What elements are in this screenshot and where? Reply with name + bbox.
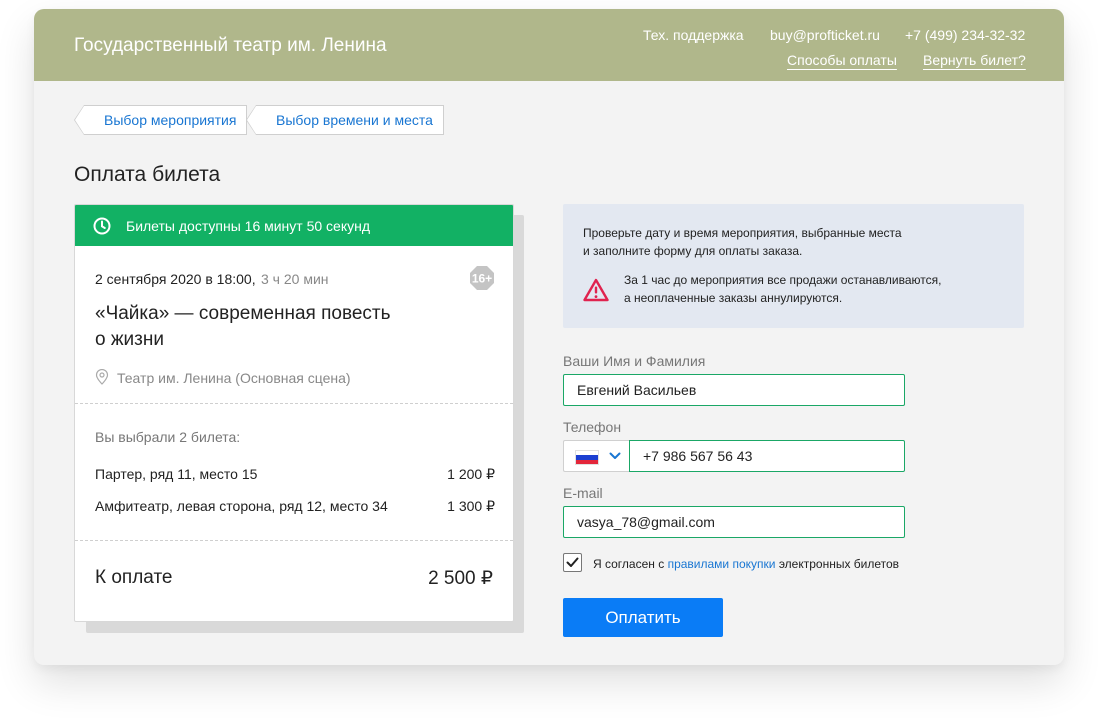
warning-line: За 1 час до мероприятия все продажи оста… — [624, 273, 942, 287]
breadcrumb-select-time-seat[interactable]: Выбор времени и места — [246, 105, 444, 135]
theater-name[interactable]: Государственный театр им. Ленина — [74, 35, 387, 57]
payment-methods-link[interactable]: Способы оплаты — [787, 52, 897, 68]
agree-text: Я согласен с правилами покупки электронн… — [593, 557, 899, 571]
ticket-row: Партер, ряд 11, место 15 1 200 ₽ — [95, 466, 495, 486]
warning-line: а неоплаченные заказы аннулируются. — [624, 291, 843, 305]
tickets-count-label: Вы выбрали 2 билета: — [95, 429, 241, 445]
support-link[interactable]: Тех. поддержка — [643, 27, 744, 43]
ticket-seat: Амфитеатр, левая сторона, ряд 12, место … — [95, 498, 388, 514]
country-code-select[interactable] — [563, 440, 629, 472]
order-summary-card: Билеты доступны 16 минут 50 секунд 2 сен… — [74, 204, 514, 622]
event-date: 2 сентября 2020 в 18:00, — [95, 271, 256, 287]
purchase-rules-link[interactable]: правилами покупки — [668, 557, 776, 571]
age-rating: 16+ — [472, 272, 492, 286]
ticket-price: 1 300 ₽ — [447, 498, 495, 514]
event-title-line1: «Чайка» — современная повесть — [95, 303, 391, 324]
agree-prefix: Я согласен с — [593, 557, 668, 571]
return-ticket-link[interactable]: Вернуть билет? — [923, 52, 1026, 68]
checkout-window: Государственный театр им. Ленина Тех. по… — [34, 9, 1064, 665]
name-input[interactable]: Евгений Васильев — [563, 374, 905, 406]
clock-icon — [93, 217, 111, 235]
checkmark-icon — [566, 557, 579, 567]
page-title: Оплата билета — [74, 163, 221, 186]
card-divider — [75, 540, 513, 541]
chevron-down-icon — [609, 452, 621, 459]
phone-label: Телефон — [563, 419, 622, 435]
event-title[interactable]: «Чайка» — современная повесть о жизни — [95, 301, 455, 353]
phone-link[interactable]: +7 (499) 234-32-32 — [905, 27, 1025, 43]
event-duration: 3 ч 20 мин — [261, 271, 329, 287]
agree-checkbox[interactable] — [563, 553, 582, 572]
age-badge-icon: 16+ — [470, 266, 494, 290]
info-notice: Проверьте дату и время мероприятия, выбр… — [563, 204, 1024, 328]
email-link[interactable]: buy@profticket.ru — [770, 27, 880, 43]
timer-text: Билеты доступны 16 минут 50 секунд — [126, 218, 371, 234]
event-title-line2: о жизни — [95, 329, 164, 350]
russia-flag-icon — [575, 450, 599, 465]
card-divider — [75, 403, 513, 404]
total-amount: 2 500 ₽ — [428, 568, 493, 589]
ticket-seat: Партер, ряд 11, место 15 — [95, 466, 258, 482]
name-label: Ваши Имя и Фамилия — [563, 353, 706, 369]
ticket-price: 1 200 ₽ — [447, 466, 495, 482]
phone-input[interactable]: +7 986 567 56 43 — [629, 440, 905, 472]
location-pin-icon — [95, 369, 109, 385]
timer-bar: Билеты доступны 16 минут 50 секунд — [75, 205, 513, 246]
site-header: Государственный театр им. Ленина Тех. по… — [34, 9, 1064, 81]
email-label: E-mail — [563, 485, 603, 501]
ticket-row: Амфитеатр, левая сторона, ряд 12, место … — [95, 498, 495, 518]
pay-button[interactable]: Оплатить — [563, 598, 723, 637]
total-label: К оплате — [95, 567, 173, 588]
agree-suffix: электронных билетов — [775, 557, 900, 571]
email-input[interactable]: vasya_78@gmail.com — [563, 506, 905, 538]
breadcrumb-select-event[interactable]: Выбор мероприятия — [73, 105, 248, 135]
event-venue: Театр им. Ленина (Основная сцена) — [117, 370, 351, 386]
warning-triangle-icon — [583, 278, 609, 302]
info-line: и заполните форму для оплаты заказа. — [583, 244, 803, 258]
info-line: Проверьте дату и время мероприятия, выбр… — [583, 226, 902, 240]
